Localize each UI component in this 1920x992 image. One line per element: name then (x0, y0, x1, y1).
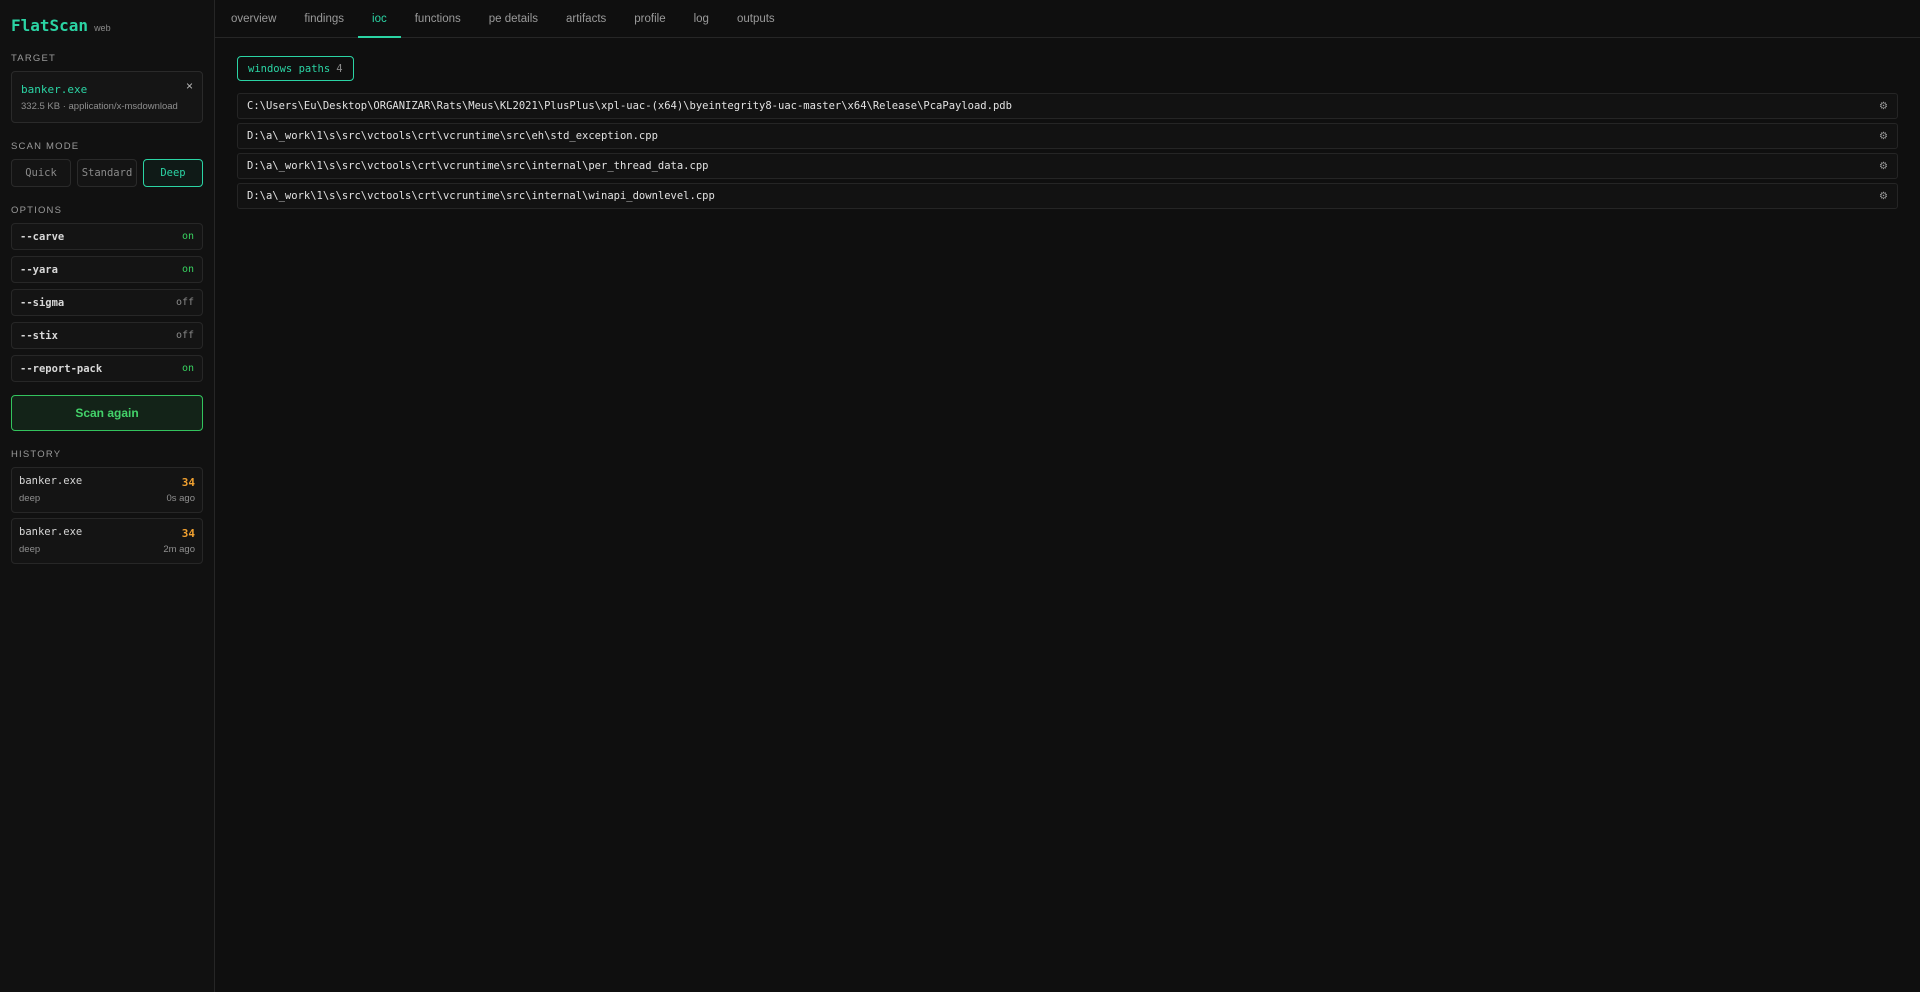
mode-standard-button[interactable]: Standard (77, 159, 137, 187)
tab-functions[interactable]: functions (401, 0, 475, 37)
option-name: --carve (20, 230, 65, 243)
path-row[interactable]: C:\Users\Eu\Desktop\ORGANIZAR\Rats\Meus\… (237, 93, 1898, 119)
option-value: on (181, 264, 194, 275)
history-time: 2m ago (163, 544, 195, 555)
tab-outputs[interactable]: outputs (723, 0, 789, 37)
tab-ioc[interactable]: ioc (358, 0, 401, 38)
history-list: banker.exe deep 34 0s ago banker.exe dee… (11, 467, 203, 564)
path-text: D:\a\_work\1\s\src\vctools\crt\vcruntime… (247, 130, 658, 142)
option-report-pack-toggle[interactable]: --report-pack on (11, 355, 203, 382)
windows-paths-filter-chip[interactable]: windows paths 4 (237, 56, 354, 81)
sidebar: FlatScan web TARGET banker.exe 332.5 KB … (0, 0, 215, 992)
path-list: C:\Users\Eu\Desktop\ORGANIZAR\Rats\Meus\… (237, 93, 1898, 209)
option-stix-toggle[interactable]: --stix off (11, 322, 203, 349)
gear-icon[interactable]: ⚙ (1879, 161, 1888, 172)
options-label: OPTIONS (11, 205, 63, 216)
mode-deep-button[interactable]: Deep (143, 159, 203, 187)
brand-tag: web (94, 23, 111, 33)
tab-bar: overview findings ioc functions pe detai… (215, 0, 1920, 38)
path-text: D:\a\_work\1\s\src\vctools\crt\vcruntime… (247, 160, 709, 172)
target-name: banker.exe (21, 83, 88, 96)
ioc-content: windows paths 4 C:\Users\Eu\Desktop\ORGA… (215, 38, 1920, 231)
option-sigma-toggle[interactable]: --sigma off (11, 289, 203, 316)
tab-pe-details[interactable]: pe details (475, 0, 552, 37)
history-item[interactable]: banker.exe deep 34 2m ago (11, 518, 203, 564)
tab-findings[interactable]: findings (290, 0, 358, 37)
path-row[interactable]: D:\a\_work\1\s\src\vctools\crt\vcruntime… (237, 153, 1898, 179)
tab-overview[interactable]: overview (217, 0, 290, 37)
path-text: C:\Users\Eu\Desktop\ORGANIZAR\Rats\Meus\… (247, 100, 1012, 112)
brand-name: FlatScan (11, 16, 89, 35)
option-name: --report-pack (20, 362, 103, 375)
mode-quick-button[interactable]: Quick (11, 159, 71, 187)
gear-icon[interactable]: ⚙ (1879, 101, 1888, 112)
history-mode: deep (19, 544, 41, 555)
option-carve-toggle[interactable]: --carve on (11, 223, 203, 250)
scan-mode-group: Quick Standard Deep (11, 159, 203, 187)
gear-icon[interactable]: ⚙ (1879, 131, 1888, 142)
history-score: 34 (181, 527, 195, 540)
target-card: banker.exe 332.5 KB · application/x-msdo… (11, 71, 203, 123)
target-label: TARGET (11, 53, 57, 64)
brand: FlatScan web (11, 16, 203, 35)
option-yara-toggle[interactable]: --yara on (11, 256, 203, 283)
target-meta: 332.5 KB · application/x-msdownload (21, 101, 178, 112)
path-row[interactable]: D:\a\_work\1\s\src\vctools\crt\vcruntime… (237, 123, 1898, 149)
history-item[interactable]: banker.exe deep 34 0s ago (11, 467, 203, 513)
gear-icon[interactable]: ⚙ (1879, 191, 1888, 202)
tab-artifacts[interactable]: artifacts (552, 0, 620, 37)
option-value: on (181, 363, 194, 374)
path-row[interactable]: D:\a\_work\1\s\src\vctools\crt\vcruntime… (237, 183, 1898, 209)
history-score: 34 (181, 476, 195, 489)
chip-label: windows paths (248, 62, 331, 75)
options-list: --carve on --yara on --sigma off --stix … (11, 223, 203, 382)
path-text: D:\a\_work\1\s\src\vctools\crt\vcruntime… (247, 190, 715, 202)
history-mode: deep (19, 493, 41, 504)
option-value: on (181, 231, 194, 242)
option-name: --stix (20, 329, 58, 342)
tab-profile[interactable]: profile (620, 0, 679, 37)
option-value: off (175, 330, 194, 341)
history-time: 0s ago (166, 493, 195, 504)
chip-count: 4 (336, 62, 343, 75)
option-name: --yara (20, 263, 58, 276)
close-icon[interactable]: × (186, 79, 193, 93)
scan-again-button[interactable]: Scan again (11, 395, 203, 431)
tab-log[interactable]: log (680, 0, 723, 37)
scan-mode-label: SCAN MODE (11, 141, 80, 152)
option-name: --sigma (20, 296, 65, 309)
option-value: off (175, 297, 194, 308)
main-panel: overview findings ioc functions pe detai… (215, 0, 1920, 992)
history-name: banker.exe (19, 526, 83, 538)
history-label: HISTORY (11, 449, 62, 460)
history-name: banker.exe (19, 475, 83, 487)
